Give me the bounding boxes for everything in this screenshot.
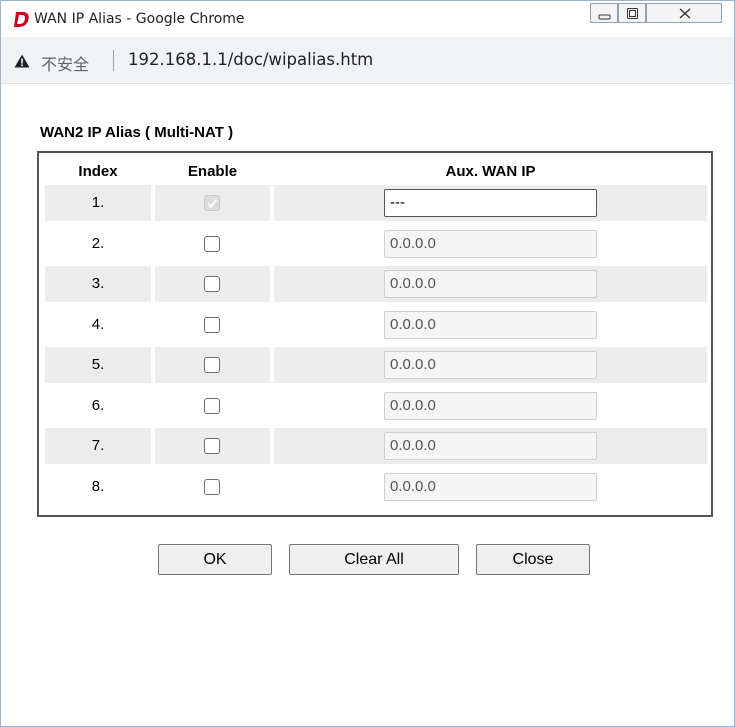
title-bar: WAN IP Alias - Google Chrome (1, 1, 734, 37)
table-row: 4. 0.0.0.0 (45, 307, 707, 343)
maximize-icon (627, 8, 638, 19)
row-index: 3. (45, 266, 151, 302)
clear-all-button[interactable]: Clear All (289, 544, 459, 575)
enable-cell (155, 469, 270, 505)
enable-checkbox[interactable] (204, 438, 220, 454)
table-row: 5. 0.0.0.0 (45, 347, 707, 383)
table-row: 1. --- (45, 185, 707, 221)
close-button[interactable]: Close (476, 544, 590, 575)
ip-cell: 0.0.0.0 (274, 347, 707, 383)
enable-cell (155, 307, 270, 343)
aux-wan-ip-input[interactable]: 0.0.0.0 (384, 351, 597, 379)
enable-checkbox[interactable] (204, 478, 220, 495)
table-row: 3. 0.0.0.0 (45, 266, 707, 302)
row-index: 8. (91, 477, 105, 495)
aux-wan-ip-input[interactable]: --- (384, 189, 597, 217)
window-title: WAN IP Alias - Google Chrome (34, 11, 245, 27)
enable-cell (155, 428, 270, 464)
aux-wan-ip-input[interactable]: 0.0.0.0 (384, 472, 597, 501)
aux-wan-ip-input[interactable]: 0.0.0.0 (384, 432, 597, 460)
enable-cell (155, 388, 270, 424)
minimize-button[interactable] (590, 3, 618, 23)
ip-cell: 0.0.0.0 (274, 307, 707, 343)
enable-checkbox (204, 195, 220, 211)
browser-popup-window: WAN IP Alias - Google Chrome 不安全 192.168… (0, 0, 735, 727)
ip-cell: --- (274, 185, 707, 221)
close-icon (679, 8, 691, 19)
header-aux-wan-ip: Aux. WAN IP (445, 163, 536, 180)
warning-icon (14, 54, 30, 68)
row-index: 7. (45, 428, 151, 464)
table-row: 8. 0.0.0.0 (45, 469, 707, 505)
row-index: 2. (91, 234, 105, 252)
ip-alias-table: Index Enable Aux. WAN IP 1. --- 2. 0.0.0.0 3… (37, 151, 713, 517)
address-bar[interactable]: 不安全 192.168.1.1/doc/wipalias.htm (1, 37, 734, 84)
ip-cell: 0.0.0.0 (274, 226, 707, 262)
ip-cell: 0.0.0.0 (274, 469, 707, 505)
header-index: Index (78, 163, 118, 180)
security-label[interactable]: 不安全 (41, 51, 89, 75)
enable-checkbox[interactable] (204, 357, 220, 373)
enable-checkbox[interactable] (204, 276, 220, 292)
table-row: 6. 0.0.0.0 (45, 388, 707, 424)
address-separator (113, 50, 114, 71)
enable-cell (155, 266, 270, 302)
row-index: 6. (91, 396, 105, 414)
section-title: WAN2 IP Alias ( Multi-NAT ) (40, 124, 234, 141)
ok-button[interactable]: OK (158, 544, 272, 575)
ip-cell: 0.0.0.0 (274, 428, 707, 464)
aux-wan-ip-input[interactable]: 0.0.0.0 (384, 270, 597, 298)
enable-checkbox[interactable] (204, 235, 220, 252)
ip-cell: 0.0.0.0 (274, 266, 707, 302)
checkmark-icon (207, 198, 218, 209)
url-text[interactable]: 192.168.1.1/doc/wipalias.htm (128, 50, 373, 69)
enable-checkbox[interactable] (204, 316, 220, 333)
enable-cell (155, 226, 270, 262)
close-window-button[interactable] (646, 3, 722, 23)
aux-wan-ip-input[interactable]: 0.0.0.0 (384, 310, 597, 339)
maximize-button[interactable] (618, 3, 646, 23)
minimize-icon (598, 14, 611, 20)
header-enable: Enable (187, 163, 238, 180)
ip-cell: 0.0.0.0 (274, 388, 707, 424)
table-row: 2. 0.0.0.0 (45, 226, 707, 262)
enable-checkbox[interactable] (204, 397, 220, 414)
draytek-logo-icon (14, 12, 29, 27)
enable-cell (155, 347, 270, 383)
aux-wan-ip-input[interactable]: 0.0.0.0 (384, 229, 597, 258)
row-index: 4. (91, 315, 105, 333)
table-row: 7. 0.0.0.0 (45, 428, 707, 464)
aux-wan-ip-input[interactable]: 0.0.0.0 (384, 391, 597, 420)
enable-cell (155, 185, 270, 221)
row-index: 5. (45, 347, 151, 383)
row-index: 1. (45, 185, 151, 221)
